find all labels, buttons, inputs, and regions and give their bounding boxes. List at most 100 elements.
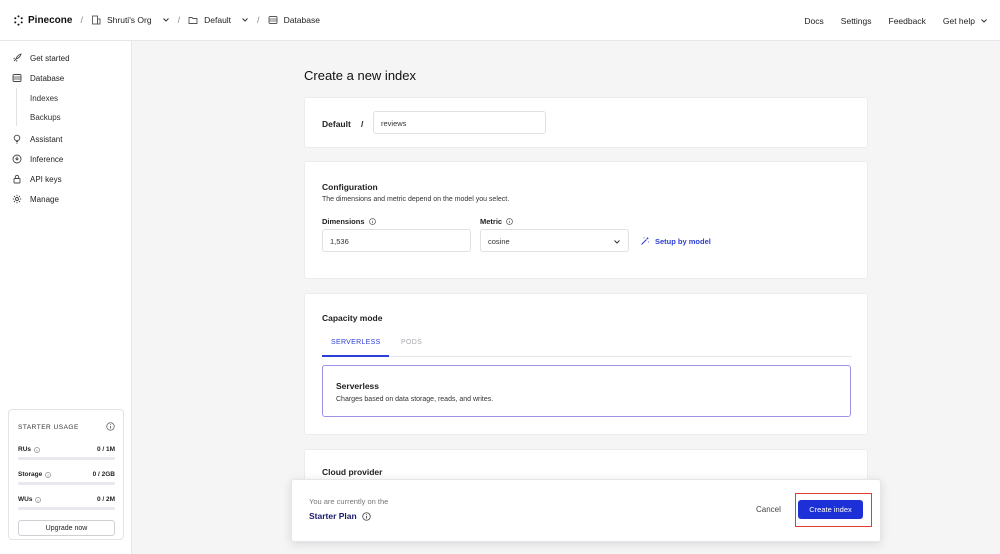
get-help-menu[interactable]: Get help (943, 16, 988, 26)
create-index-button[interactable]: Create index (798, 500, 863, 519)
path-separator: / (361, 119, 364, 129)
capacity-mode-title: Capacity mode (322, 313, 383, 323)
plan-name-text: Starter Plan (309, 511, 357, 521)
sidebar-item-label: Database (30, 73, 65, 83)
folder-icon (188, 17, 198, 24)
chevron-down-icon (162, 18, 169, 22)
serverless-option-title: Serverless (336, 381, 380, 391)
current-plan: Starter Plan (309, 511, 371, 521)
index-name-input[interactable]: reviews (373, 111, 546, 134)
sidebar-item-label: Manage (30, 194, 59, 204)
usage-bar (18, 507, 115, 510)
sidebar-item-assistant[interactable]: Assistant (12, 134, 62, 144)
index-name-card: Default / reviews (304, 97, 868, 148)
chevron-down-icon (614, 240, 620, 244)
database-crumb-label: Database (283, 15, 320, 25)
usage-row-rus: RUs 0 / 1M (18, 446, 115, 460)
breadcrumb-database[interactable]: Database (268, 15, 320, 25)
info-icon[interactable] (362, 511, 371, 521)
configuration-title: Configuration (322, 182, 378, 192)
get-help-label: Get help (942, 15, 975, 26)
starter-usage-panel: STARTER USAGE RUs 0 / 1M Storage 0 / 2GB… (8, 409, 124, 540)
dimensions-label: Dimensions (322, 217, 376, 226)
building-icon (92, 15, 101, 25)
tab-pods[interactable]: PODS (401, 339, 422, 346)
setup-by-model-link[interactable]: Setup by model (640, 236, 711, 246)
breadcrumb-separator: / (177, 15, 181, 25)
active-tab-indicator (322, 355, 389, 357)
rocket-icon (13, 53, 22, 62)
feedback-link[interactable]: Feedback (889, 16, 926, 26)
inference-icon (12, 154, 22, 164)
chevron-down-icon (981, 18, 987, 23)
breadcrumb-separator: / (257, 15, 260, 25)
serverless-option[interactable]: Serverless Charges based on data storage… (322, 365, 851, 417)
usage-value: 0 / 1M (96, 446, 115, 453)
metric-select[interactable]: cosine (480, 229, 629, 252)
usage-bar (18, 482, 115, 485)
usage-bar (18, 457, 115, 460)
sidebar-item-label: Inference (30, 154, 64, 164)
project-name: Default (204, 15, 232, 25)
info-icon[interactable] (368, 218, 376, 225)
dimensions-input[interactable]: 1,536 (322, 229, 471, 252)
capacity-mode-card: Capacity mode SERVERLESS PODS Serverless… (304, 293, 868, 435)
metric-value: cosine (488, 237, 510, 246)
configuration-description: The dimensions and metric depend on the … (322, 196, 510, 203)
lock-icon (13, 174, 21, 184)
usage-label-text: WUs (18, 496, 33, 503)
sidebar-item-api-keys[interactable]: API keys (12, 174, 62, 184)
database-icon (268, 16, 278, 24)
metric-label: Metric (480, 217, 513, 226)
gear-icon (12, 194, 22, 204)
setup-by-model-label: Setup by model (655, 236, 711, 246)
breadcrumb-org[interactable]: Shruti's Org (91, 15, 170, 25)
upgrade-now-button[interactable]: Upgrade now (18, 520, 115, 536)
cloud-provider-title: Cloud provider (322, 467, 383, 477)
info-icon[interactable] (34, 446, 40, 453)
info-icon[interactable] (106, 422, 115, 431)
sidebar-item-manage[interactable]: Manage (12, 194, 59, 204)
sidebar-item-label: Get started (30, 53, 70, 63)
usage-value: 0 / 2GB (92, 471, 115, 478)
top-bar: Pinecone / Shruti's Org / Default / Data… (0, 0, 1000, 41)
usage-row-storage: Storage 0 / 2GB (18, 471, 115, 485)
sidebar-item-backups[interactable]: Backups (30, 113, 61, 122)
sidebar-item-database[interactable]: Database (12, 73, 64, 83)
usage-label-text: Storage (18, 471, 43, 478)
info-icon[interactable] (35, 496, 42, 503)
submenu-line (16, 88, 17, 126)
info-icon[interactable] (506, 218, 513, 225)
breadcrumb-project[interactable]: Default (188, 15, 249, 25)
sidebar-item-indexes[interactable]: Indexes (30, 94, 58, 103)
usage-row-wus: WUs 0 / 2M (18, 496, 115, 510)
org-name: Shruti's Org (106, 15, 152, 25)
cancel-button[interactable]: Cancel (756, 505, 781, 514)
sidebar-item-get-started[interactable]: Get started (12, 53, 70, 63)
bottom-action-bar: You are currently on the Starter Plan Ca… (291, 479, 881, 542)
capacity-tabs: SERVERLESS PODS (322, 334, 852, 357)
usage-label-text: RUs (18, 446, 32, 453)
breadcrumb-separator: / (80, 15, 83, 25)
pinecone-logo[interactable]: Pinecone (13, 15, 72, 26)
chevron-down-icon (242, 18, 248, 22)
plan-prefix-text: You are currently on the (309, 497, 389, 506)
pinecone-icon (14, 14, 23, 26)
configuration-card: Configuration The dimensions and metric … (304, 161, 868, 279)
magic-wand-icon (641, 236, 650, 245)
top-nav: Docs Settings Feedback Get help (804, 0, 988, 41)
settings-link[interactable]: Settings (841, 16, 872, 26)
page-title: Create a new index (304, 68, 417, 83)
sidebar-item-inference[interactable]: Inference (12, 154, 63, 164)
info-icon[interactable] (45, 471, 52, 478)
lightbulb-icon (13, 134, 21, 144)
brand-name: Pinecone (28, 14, 73, 26)
sidebar: Get started Database Indexes Backups Ass… (0, 41, 132, 554)
database-icon (12, 74, 22, 82)
tab-serverless[interactable]: SERVERLESS (331, 339, 381, 346)
docs-link[interactable]: Docs (804, 16, 823, 26)
usage-value: 0 / 2M (96, 496, 115, 503)
sidebar-item-label: Assistant (30, 134, 63, 144)
serverless-option-description: Charges based on data storage, reads, an… (336, 396, 494, 403)
metric-label-text: Metric (480, 217, 503, 226)
